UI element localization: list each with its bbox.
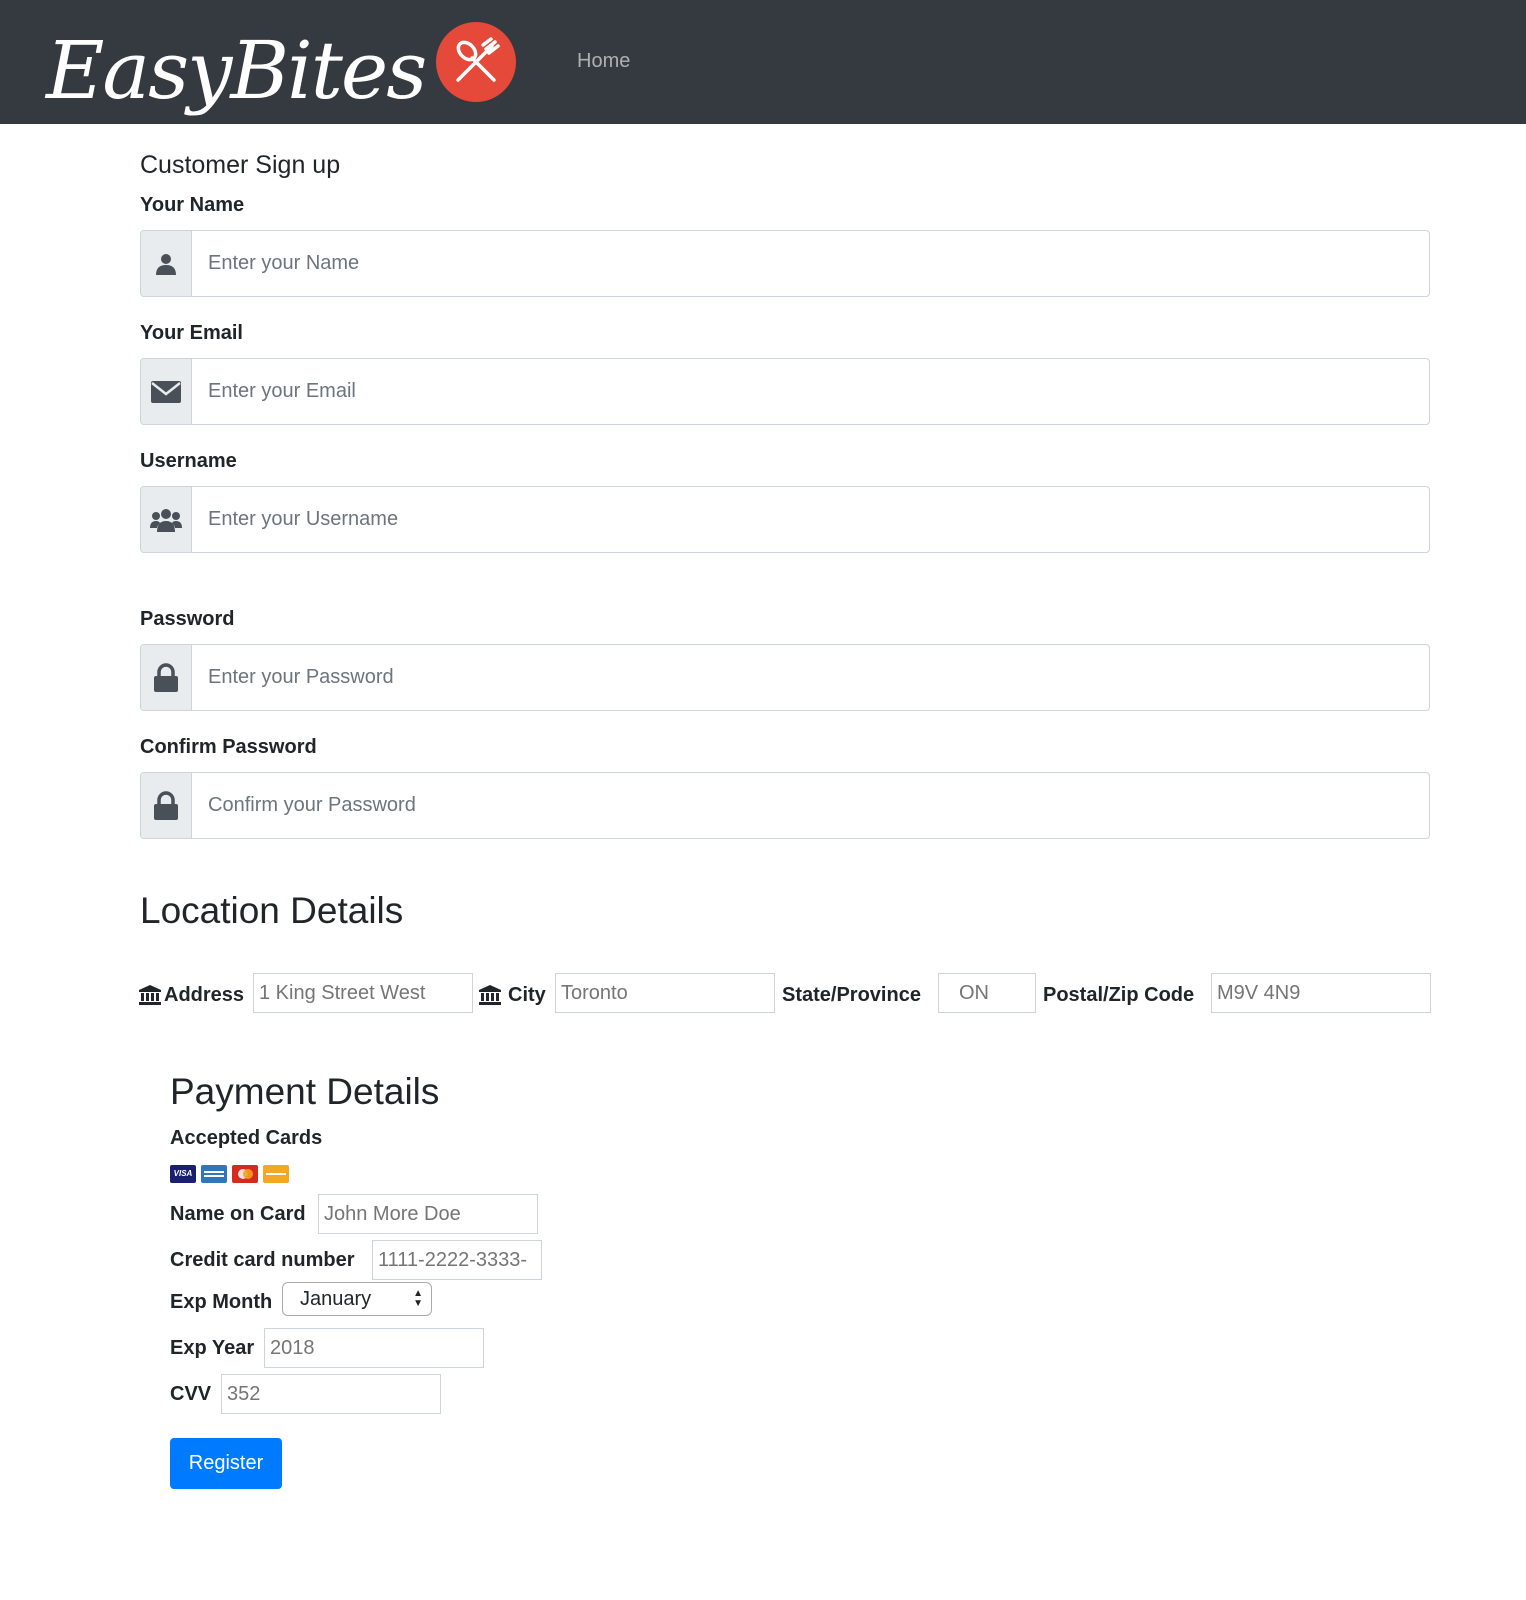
bank-icon xyxy=(479,985,501,1005)
address-label: Address xyxy=(139,983,244,1007)
address-label-text: Address xyxy=(164,984,245,1006)
page-title: Customer Sign up xyxy=(140,151,341,179)
envelope-icon xyxy=(141,359,192,424)
nav-home-link[interactable]: Home xyxy=(577,50,630,73)
confirm-password-input[interactable] xyxy=(192,773,1429,838)
name-input[interactable] xyxy=(192,231,1429,296)
mastercard-icon xyxy=(232,1165,258,1183)
exp-year-label: Exp Year xyxy=(170,1337,255,1359)
name-input-group xyxy=(140,230,1430,297)
select-arrows-icon: ▲ ▼ xyxy=(413,1288,423,1309)
cvv-input[interactable] xyxy=(221,1374,441,1414)
exp-month-value: January xyxy=(300,1288,372,1310)
accepted-cards-label: Accepted Cards xyxy=(170,1127,323,1149)
password-input[interactable] xyxy=(192,645,1429,710)
payment-title: Payment Details xyxy=(170,1071,440,1112)
email-label: Your Email xyxy=(140,322,243,344)
navbar: EasyBites Home xyxy=(0,0,1526,124)
exp-month-select[interactable]: January ▲ ▼ xyxy=(282,1282,432,1316)
state-label: State/Province xyxy=(782,984,921,1006)
fork-spoon-icon[interactable] xyxy=(436,22,516,102)
card-number-label: Credit card number xyxy=(170,1249,355,1271)
exp-month-label: Exp Month xyxy=(170,1291,273,1313)
brand-logo-text[interactable]: EasyBites xyxy=(46,26,427,116)
password-input-group xyxy=(140,644,1430,711)
amex-icon xyxy=(201,1165,227,1183)
location-title: Location Details xyxy=(140,890,404,931)
register-button[interactable]: Register xyxy=(170,1438,282,1489)
postal-input[interactable] xyxy=(1211,973,1431,1013)
name-label: Your Name xyxy=(140,194,245,216)
email-input[interactable] xyxy=(192,359,1429,424)
lock-icon xyxy=(141,645,192,710)
postal-label: Postal/Zip Code xyxy=(1043,984,1195,1006)
exp-year-input[interactable] xyxy=(264,1328,484,1368)
username-input[interactable] xyxy=(192,487,1429,552)
users-icon xyxy=(141,487,192,552)
confirm-password-label: Confirm Password xyxy=(140,736,317,758)
cvv-label: CVV xyxy=(170,1383,212,1405)
confirm-password-input-group xyxy=(140,772,1430,839)
name-on-card-input[interactable] xyxy=(318,1194,538,1234)
discover-icon xyxy=(263,1165,289,1183)
username-label: Username xyxy=(140,450,237,472)
city-label: City xyxy=(479,983,546,1007)
card-number-input[interactable] xyxy=(372,1240,542,1280)
name-on-card-label: Name on Card xyxy=(170,1203,306,1225)
email-input-group xyxy=(140,358,1430,425)
accepted-cards: VISA xyxy=(170,1165,289,1183)
user-icon xyxy=(141,231,192,296)
state-input[interactable] xyxy=(938,973,1036,1013)
username-input-group xyxy=(140,486,1430,553)
bank-icon xyxy=(139,985,161,1005)
password-label: Password xyxy=(140,608,235,630)
visa-icon: VISA xyxy=(170,1165,196,1183)
city-label-text: City xyxy=(508,984,546,1006)
city-input[interactable] xyxy=(555,973,775,1013)
address-input[interactable] xyxy=(253,973,473,1013)
lock-icon xyxy=(141,773,192,838)
